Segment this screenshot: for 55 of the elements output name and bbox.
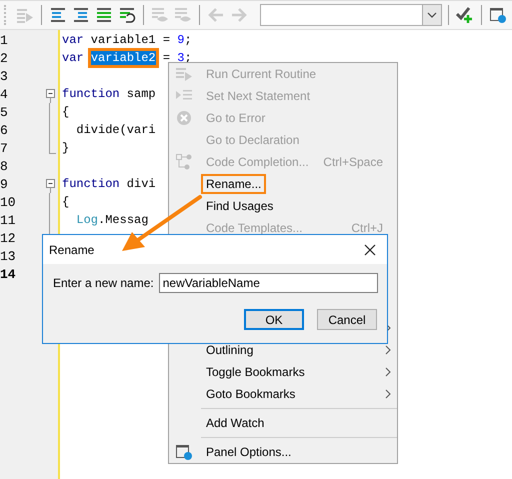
selected-code-text: variable2: [90, 51, 156, 65]
code-text: =: [162, 51, 172, 65]
line-number: 10: [0, 194, 17, 210]
cancel-button[interactable]: Cancel: [317, 309, 377, 330]
line-number: 8: [0, 158, 9, 174]
menu-item[interactable]: Add Watch: [169, 412, 397, 434]
menu-item[interactable]: Goto Bookmarks: [169, 383, 397, 405]
run-lines-icon: [175, 65, 193, 83]
line-number: 5: [0, 104, 9, 120]
line-number: 7: [0, 140, 9, 156]
chevron-down-icon: [427, 12, 438, 18]
code-text: .Messag: [98, 213, 148, 227]
close-icon: [364, 244, 376, 256]
menu-item[interactable]: Rename...: [169, 173, 397, 195]
ok-button[interactable]: OK: [244, 309, 304, 330]
code-text: function: [62, 87, 120, 101]
line-number: 13: [0, 248, 17, 264]
code-text: {: [62, 105, 70, 119]
error-icon: [176, 110, 192, 126]
toolbar-grip: [4, 5, 8, 25]
chevron-right-icon: [385, 345, 391, 355]
name-input-field[interactable]: newVariableName: [158, 273, 378, 293]
dropdown-field[interactable]: [260, 4, 442, 26]
menu-item[interactable]: Panel Options...: [169, 441, 397, 463]
code-text: {: [62, 195, 70, 209]
code-text: divide(vari: [75, 123, 156, 137]
nodes-icon: [175, 153, 193, 171]
field-label: Enter a new name:: [53, 276, 154, 290]
menu-item[interactable]: Toggle Bookmarks: [169, 361, 397, 383]
code-text: variable1 =: [90, 33, 172, 47]
code-text: var: [62, 51, 85, 65]
code-text: Log: [75, 213, 98, 227]
code-text: samp: [126, 87, 156, 101]
line-number: 3: [0, 68, 9, 84]
chevron-right-icon: [385, 389, 391, 399]
line-number: 14: [0, 266, 17, 282]
line-number: 11: [0, 212, 17, 228]
line-number: 12: [0, 230, 17, 246]
line-number: 2: [0, 50, 9, 66]
code-text: 9: [177, 33, 184, 47]
line-number: 9: [0, 176, 9, 192]
code-text: 3: [177, 51, 184, 65]
dialog-title: Rename: [49, 242, 94, 256]
menu-item[interactable]: Find Usages: [169, 195, 397, 217]
code-text: divi: [126, 177, 156, 191]
panel-settings-icon: [175, 443, 193, 461]
code-text: }: [62, 141, 70, 155]
code-text: ;: [184, 33, 192, 47]
line-number: 4: [0, 86, 9, 102]
code-text: var: [62, 33, 84, 47]
line-number: 6: [0, 122, 9, 138]
line-number: 1: [0, 32, 9, 48]
chevron-right-icon: [385, 367, 391, 377]
menu-item[interactable]: Outlining: [169, 339, 397, 361]
code-text: function: [62, 177, 120, 191]
